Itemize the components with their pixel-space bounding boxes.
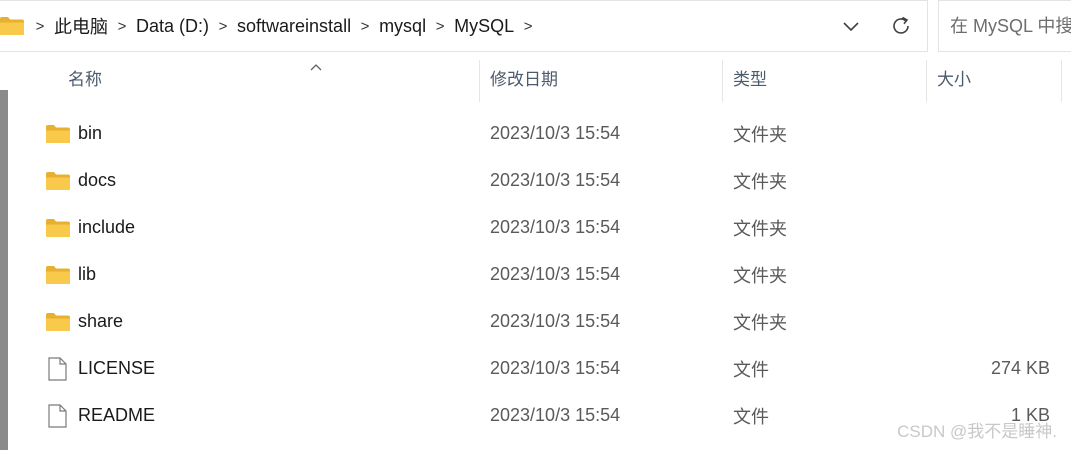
search-box[interactable]: [938, 0, 1071, 52]
file-row-share[interactable]: share 2023/10/3 15:54 文件夹: [10, 298, 1071, 345]
file-row-include[interactable]: include 2023/10/3 15:54 文件夹: [10, 204, 1071, 251]
column-header-date-label: 修改日期: [490, 69, 558, 89]
file-date: 2023/10/3 15:54: [490, 358, 621, 378]
folder-icon: [46, 157, 72, 204]
file-explorer-window: > 此电脑 > Data (D:) > softwareinstall > my…: [0, 0, 1071, 450]
folder-icon: [0, 1, 26, 51]
column-header-type[interactable]: 类型: [723, 52, 927, 102]
breadcrumb-separator[interactable]: >: [108, 18, 136, 35]
breadcrumb-separator[interactable]: >: [209, 18, 237, 35]
column-divider[interactable]: [1061, 60, 1062, 102]
file-name: README: [78, 405, 156, 425]
breadcrumb-item-this-pc[interactable]: 此电脑: [54, 13, 108, 39]
file-icon: [46, 392, 72, 439]
file-list: bin 2023/10/3 15:54 文件夹 docs 2023/10/3 1…: [10, 110, 1071, 439]
file-name: share: [78, 311, 124, 331]
file-name: docs: [78, 170, 117, 190]
file-icon: [46, 345, 72, 392]
file-type: 文件: [733, 359, 769, 380]
sort-ascending-icon: [310, 60, 322, 74]
file-size: [928, 157, 1050, 204]
column-header-size[interactable]: 大小: [927, 52, 1062, 102]
file-size: 274 KB: [990, 358, 1050, 378]
file-type: 文件夹: [733, 312, 787, 333]
breadcrumb-item-mysql-current[interactable]: MySQL: [454, 16, 514, 37]
file-type: 文件夹: [733, 171, 787, 192]
breadcrumb: > 此电脑 > Data (D:) > softwareinstall > my…: [0, 1, 542, 51]
file-date: 2023/10/3 15:54: [490, 264, 621, 284]
folder-icon: [46, 204, 72, 251]
file-size: [928, 251, 1050, 298]
file-date: 2023/10/3 15:54: [490, 405, 621, 425]
file-type: 文件夹: [733, 265, 787, 286]
address-bar[interactable]: > 此电脑 > Data (D:) > softwareinstall > my…: [0, 0, 928, 52]
column-header-date[interactable]: 修改日期: [480, 52, 723, 102]
file-date: 2023/10/3 15:54: [490, 311, 621, 331]
refresh-button[interactable]: [884, 11, 918, 41]
breadcrumb-separator-trailing[interactable]: >: [514, 18, 542, 35]
file-name: bin: [78, 123, 103, 143]
chevron-down-icon: [843, 22, 859, 32]
file-date: 2023/10/3 15:54: [490, 123, 621, 143]
breadcrumb-item-data-drive[interactable]: Data (D:): [136, 16, 209, 37]
file-type: 文件夹: [733, 218, 787, 239]
breadcrumb-separator[interactable]: >: [26, 18, 54, 35]
address-history-dropdown-button[interactable]: [836, 11, 866, 41]
file-row-license[interactable]: LICENSE 2023/10/3 15:54 文件 274 KB: [10, 345, 1071, 392]
column-header-name-label: 名称: [68, 69, 102, 89]
file-row-bin[interactable]: bin 2023/10/3 15:54 文件夹: [10, 110, 1071, 157]
folder-icon: [46, 298, 72, 345]
breadcrumb-separator[interactable]: >: [351, 18, 379, 35]
breadcrumb-item-softwareinstall[interactable]: softwareinstall: [237, 16, 351, 37]
search-input[interactable]: [940, 2, 1071, 50]
file-date: 2023/10/3 15:54: [490, 170, 621, 190]
watermark: CSDN @我不是睡神.: [897, 422, 1057, 441]
file-name: include: [78, 217, 136, 237]
column-header-type-label: 类型: [733, 69, 767, 89]
file-name: lib: [78, 264, 97, 284]
file-date: 2023/10/3 15:54: [490, 217, 621, 237]
folder-icon: [46, 251, 72, 298]
navigation-pane-scrollbar[interactable]: [0, 90, 8, 450]
column-headers: 名称 修改日期 类型 大小: [10, 52, 1071, 110]
column-header-size-label: 大小: [937, 69, 971, 89]
breadcrumb-separator[interactable]: >: [426, 18, 454, 35]
file-type: 文件夹: [733, 124, 787, 145]
folder-icon: [46, 110, 72, 157]
breadcrumb-item-mysql[interactable]: mysql: [379, 16, 426, 37]
file-size: [928, 110, 1050, 157]
file-name: LICENSE: [78, 358, 156, 378]
refresh-icon: [893, 16, 909, 34]
file-size: [928, 298, 1050, 345]
file-row-lib[interactable]: lib 2023/10/3 15:54 文件夹: [10, 251, 1071, 298]
file-row-docs[interactable]: docs 2023/10/3 15:54 文件夹: [10, 157, 1071, 204]
file-size: [928, 204, 1050, 251]
column-header-name[interactable]: 名称: [58, 52, 480, 102]
